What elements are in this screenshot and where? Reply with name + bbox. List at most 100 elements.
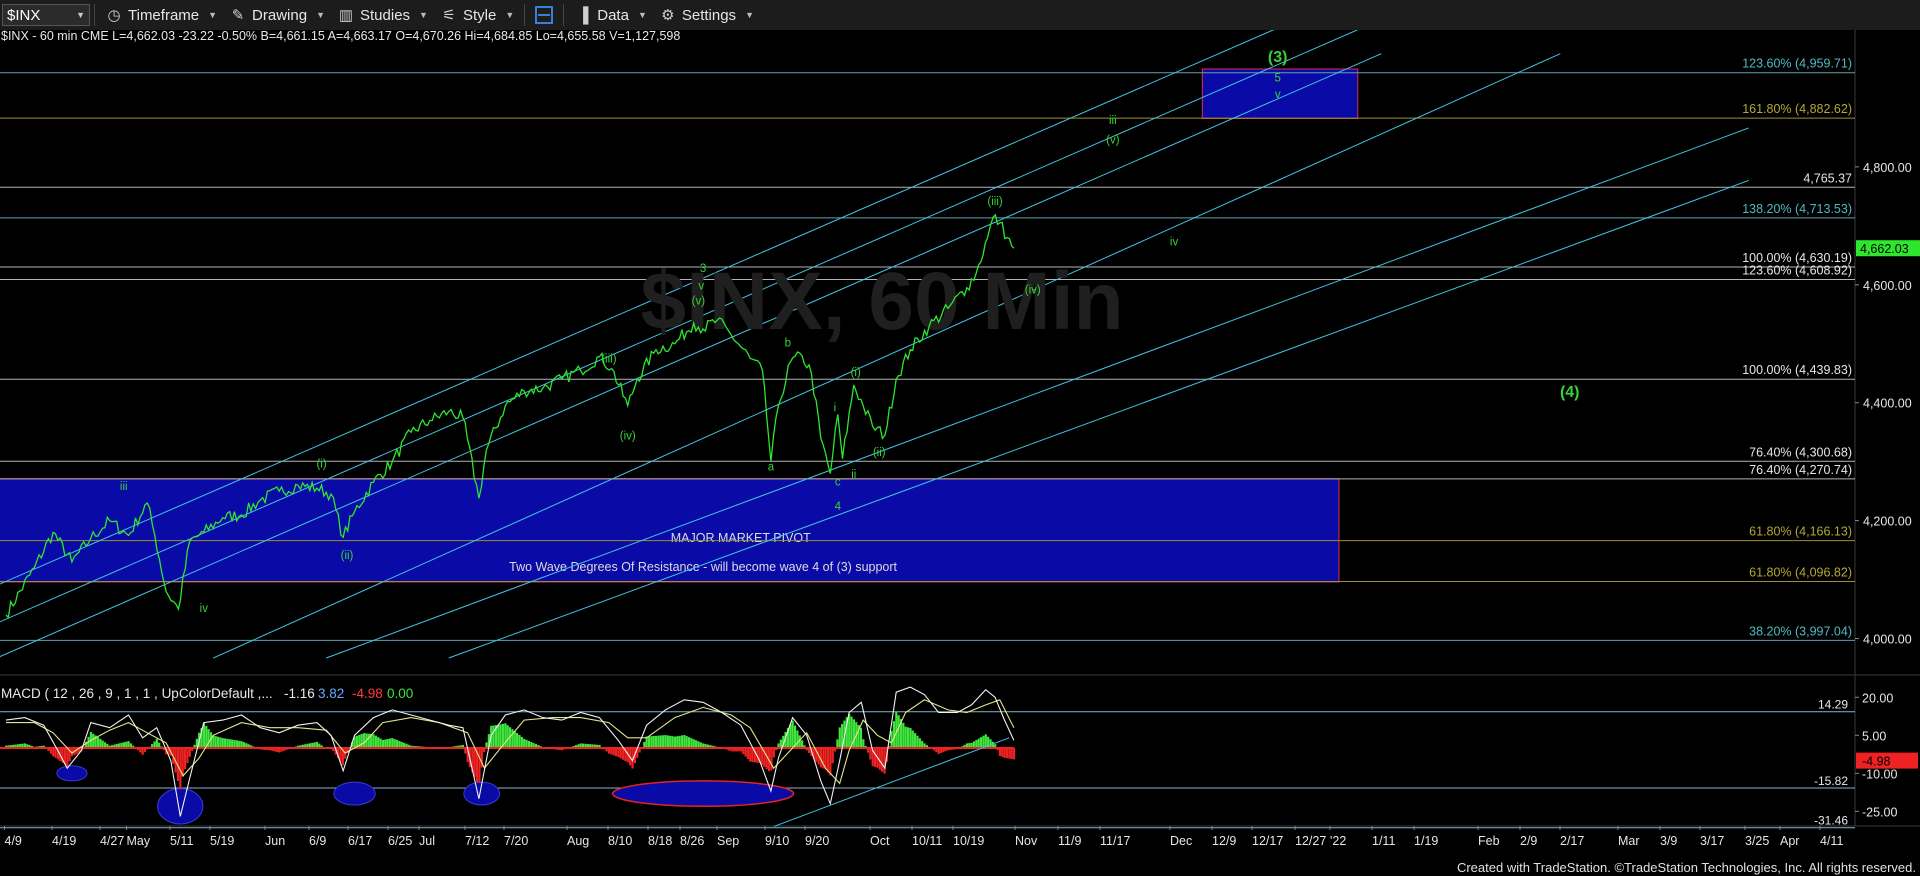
timeframe-button[interactable]: ◷ Timeframe ▼ bbox=[99, 2, 223, 28]
macd-histogram-bar bbox=[916, 735, 919, 748]
macd-histogram-bar bbox=[848, 713, 851, 748]
price-axis-label: 4,200.00 bbox=[1863, 515, 1912, 529]
toolbar-separator bbox=[524, 4, 526, 26]
data-button[interactable]: ▐ Data ▼ bbox=[568, 2, 653, 28]
fib-level-label: 38.20% (3,997.04) bbox=[1749, 624, 1852, 638]
macd-histogram-bar bbox=[527, 740, 531, 748]
style-button[interactable]: ⚟ Style ▼ bbox=[434, 2, 520, 28]
macd-highlight-ellipse bbox=[611, 780, 795, 808]
time-axis-label: Mar bbox=[1618, 834, 1640, 848]
macd-histogram-bar bbox=[360, 733, 363, 748]
fib-level-label: 100.00% (4,439.83) bbox=[1742, 363, 1852, 377]
macd-histogram-bar bbox=[902, 722, 905, 748]
macd-histogram-bar bbox=[183, 747, 187, 770]
macd-histogram-bar bbox=[791, 720, 794, 748]
wave-label: (v) bbox=[1106, 134, 1120, 146]
wave-label: (3) bbox=[1268, 49, 1288, 66]
macd-histogram-bar bbox=[362, 733, 366, 748]
wave-label: 5 bbox=[1274, 72, 1280, 84]
macd-histogram-bar bbox=[829, 747, 832, 776]
macd-histogram-bar bbox=[99, 738, 102, 748]
macd-histogram-bar bbox=[233, 739, 236, 748]
macd-histogram-bar bbox=[391, 738, 394, 748]
macd-histogram-bar bbox=[662, 735, 665, 748]
time-axis-label: '22 bbox=[1330, 834, 1346, 848]
time-axis-label: 11/17 bbox=[1100, 834, 1130, 848]
style-label: Style bbox=[462, 6, 497, 24]
macd-histogram-bar bbox=[1001, 747, 1004, 757]
macd-histogram-bar bbox=[671, 736, 674, 748]
fib-level-label: 61.80% (4,096.82) bbox=[1749, 565, 1852, 579]
macd-histogram-bar bbox=[678, 735, 681, 748]
macd-histogram-bar bbox=[393, 739, 396, 748]
macd-histogram-bar bbox=[914, 733, 917, 748]
macd-histogram-bar bbox=[216, 736, 220, 748]
macd-histogram-bar bbox=[516, 733, 519, 748]
time-axis-label: 6/17 bbox=[348, 834, 372, 848]
layout-button[interactable] bbox=[529, 2, 559, 28]
wave-label: iv bbox=[1170, 236, 1179, 248]
drawing-button[interactable]: ✎ Drawing ▼ bbox=[223, 2, 331, 28]
macd-histogram-bar bbox=[96, 737, 100, 748]
macd-histogram-bar bbox=[906, 727, 910, 748]
macd-histogram-bar bbox=[779, 739, 782, 748]
macd-level-label: -31.46 bbox=[1814, 814, 1848, 828]
caret-down-icon: ▼ bbox=[316, 10, 325, 20]
fib-level-label: 76.40% (4,300.68) bbox=[1749, 445, 1852, 459]
time-axis-label: 1/19 bbox=[1414, 834, 1438, 848]
macd-histogram-bar bbox=[523, 738, 526, 748]
macd-histogram-bar bbox=[622, 747, 625, 760]
time-axis-label: 6/25 bbox=[388, 834, 412, 848]
zero-line-value: 0.00 bbox=[387, 686, 413, 701]
macd-histogram-bar bbox=[221, 738, 224, 748]
macd-histogram-bar bbox=[398, 740, 401, 748]
macd-histogram-bar bbox=[982, 735, 985, 748]
caret-down-icon: ▼ bbox=[745, 10, 754, 20]
settings-button[interactable]: ⚙ Settings ▼ bbox=[653, 2, 760, 28]
macd-histogram-bar bbox=[869, 747, 872, 760]
price-axis-label: 4,800.00 bbox=[1863, 161, 1912, 175]
time-axis-label: 7/12 bbox=[465, 834, 489, 848]
time-axis-label: 9/20 bbox=[805, 834, 829, 848]
price-axis-label: 4,400.00 bbox=[1863, 397, 1912, 411]
time-axis-label: Oct bbox=[870, 834, 890, 848]
macd-histogram-bar bbox=[141, 747, 144, 755]
macd-histogram-bar bbox=[831, 747, 834, 764]
macd-histogram-bar bbox=[652, 735, 655, 748]
settings-label: Settings bbox=[681, 6, 737, 24]
macd-histogram-bar bbox=[612, 747, 615, 756]
clock-icon: ◷ bbox=[107, 7, 121, 24]
macd-histogram-bar bbox=[520, 736, 523, 748]
macd-histogram-bar bbox=[497, 724, 500, 748]
copyright-notice: Created with TradeStation. ©TradeStation… bbox=[1457, 860, 1916, 875]
macd-histogram-bar bbox=[836, 739, 839, 748]
time-axis-label: Jun bbox=[265, 834, 285, 848]
symbol-selector[interactable]: $INX ▼ bbox=[2, 4, 90, 26]
macd-histogram-bar bbox=[188, 747, 191, 757]
time-axis-label: Jul bbox=[419, 834, 435, 848]
macd-histogram-bar bbox=[897, 715, 900, 748]
time-axis-label: 2/17 bbox=[1560, 834, 1584, 848]
studies-button[interactable]: ▥ Studies ▼ bbox=[331, 2, 434, 28]
macd-histogram-bar bbox=[388, 738, 392, 748]
chart-area[interactable]: MAJOR MARKET PIVOTTwo Wave Degrees Of Re… bbox=[0, 30, 1920, 876]
macd-histogram-bar bbox=[384, 739, 387, 748]
macd-histogram-bar bbox=[744, 747, 747, 757]
macd-histogram-bar bbox=[235, 740, 238, 748]
price-axis-label: 4,600.00 bbox=[1863, 279, 1912, 293]
fib-level-label: 123.60% (4,608.92) bbox=[1742, 264, 1852, 278]
macd-histogram-bar bbox=[687, 737, 691, 748]
macd-histogram-bar bbox=[772, 747, 775, 758]
macd-histogram-bar bbox=[511, 729, 514, 748]
time-axis-label: May bbox=[127, 834, 151, 848]
macd-histogram-bar bbox=[492, 725, 495, 748]
macd-histogram-bar bbox=[52, 747, 55, 757]
wave-label: 3 bbox=[700, 263, 706, 275]
macd-histogram-bar bbox=[989, 739, 992, 748]
time-axis-label: 5/19 bbox=[210, 834, 234, 848]
wave-label: i bbox=[834, 403, 837, 415]
macd-diff-value: -4.98 bbox=[352, 686, 383, 701]
fib-level-label: 138.20% (4,713.53) bbox=[1742, 202, 1852, 216]
macd-histogram-bar bbox=[873, 747, 877, 768]
fib-level-label: 61.80% (4,166.13) bbox=[1749, 525, 1852, 539]
